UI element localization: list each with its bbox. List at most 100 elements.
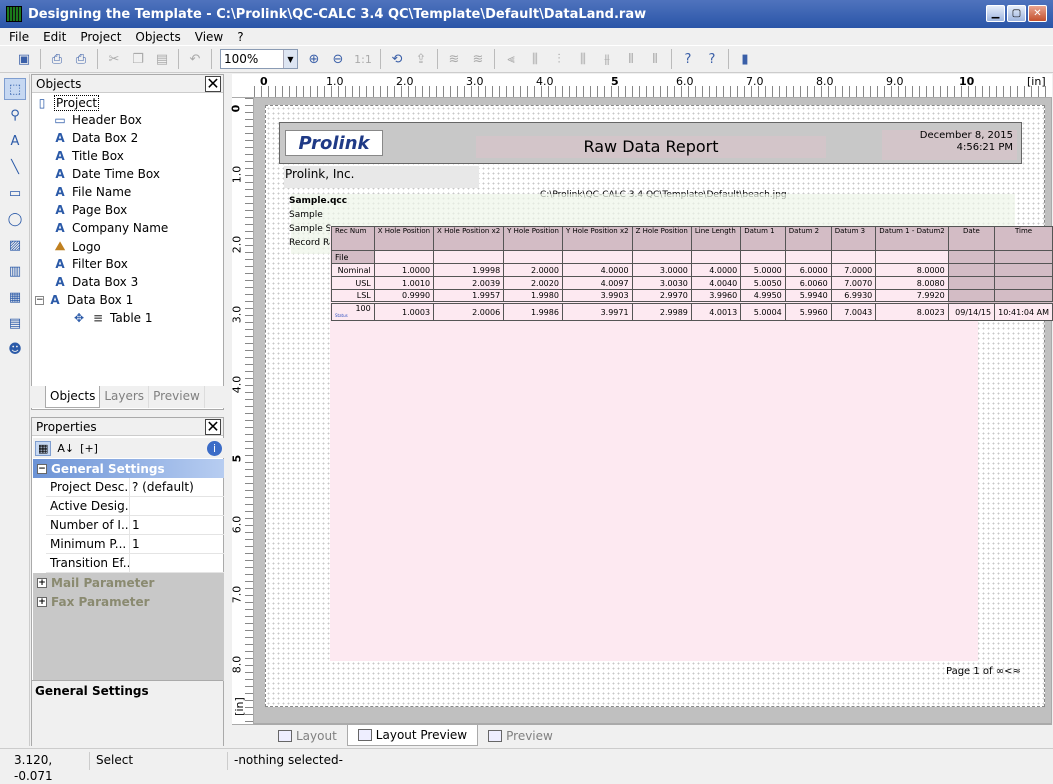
collapse-icon[interactable]: −: [35, 295, 44, 305]
category-general-settings[interactable]: − General Settings: [33, 459, 224, 478]
space-horizontal-icon[interactable]: ⫴: [621, 49, 641, 69]
report-logo[interactable]: Prolink: [285, 130, 383, 156]
col-header: Line Length: [690, 226, 742, 251]
tab-layout[interactable]: Layout: [268, 725, 347, 746]
paste-icon[interactable]: ▤: [152, 49, 172, 69]
minimize-button[interactable]: ▁: [986, 5, 1005, 22]
text-icon: A: [55, 257, 65, 271]
tree-item-filter-box[interactable]: A Filter Box: [53, 257, 128, 271]
maximize-button[interactable]: ▢: [1007, 5, 1026, 22]
form-tool-icon[interactable]: ▤: [4, 312, 26, 334]
cut-icon[interactable]: ✂: [104, 49, 124, 69]
ruler-h-7: 7.0: [746, 75, 764, 88]
tab-preview-bottom[interactable]: Preview: [478, 725, 563, 746]
sort-alpha-icon[interactable]: A↓: [57, 442, 74, 455]
refresh-icon[interactable]: ⟲: [387, 49, 407, 69]
tree-item-data-box-3[interactable]: A Data Box 3: [53, 275, 138, 289]
save-icon[interactable]: ▣: [14, 49, 34, 69]
tree-item-data-box-1[interactable]: − A Data Box 1: [35, 293, 133, 307]
text-icon: A: [55, 203, 65, 217]
ellipse-tool-icon[interactable]: ◯: [4, 208, 26, 230]
tree-item-data-box-2[interactable]: A Data Box 2: [53, 131, 138, 145]
menu-help[interactable]: ?: [228, 30, 248, 44]
print-icon[interactable]: ⎙: [47, 49, 67, 69]
expand-all-icon[interactable]: [+]: [80, 442, 98, 455]
zoom-select[interactable]: 100% ▼: [220, 49, 298, 69]
align-bottom-icon[interactable]: ⫵: [597, 49, 617, 69]
info-icon[interactable]: i: [207, 440, 222, 456]
tree-item-page-box[interactable]: A Page Box: [53, 203, 127, 217]
close-objects-panel-icon[interactable]: ✕: [205, 76, 221, 92]
exit-icon[interactable]: ▮: [735, 49, 755, 69]
rectangle-tool-icon[interactable]: ▭: [4, 182, 26, 204]
zoom-out-icon[interactable]: ⊖: [328, 49, 348, 69]
tree-item-header-box[interactable]: ▭ Header Box: [53, 113, 142, 127]
tab-preview[interactable]: Preview: [149, 386, 205, 408]
context-help-icon[interactable]: ?: [702, 49, 722, 69]
tree-item-project[interactable]: ▯ Project: [35, 95, 100, 111]
property-minimum-pages[interactable]: Minimum P... 1: [46, 534, 224, 554]
tree-item-logo[interactable]: ⛰ Logo: [53, 239, 101, 254]
table-icon: ≡: [92, 311, 104, 325]
send-back-icon[interactable]: ≋: [468, 49, 488, 69]
cursor-coordinates: 3.120, -0.071: [10, 752, 90, 783]
help-icon[interactable]: ?: [678, 49, 698, 69]
company-name[interactable]: Prolink, Inc.: [284, 166, 479, 188]
select-tool-icon[interactable]: ⬚: [4, 78, 26, 100]
zoom-ratio[interactable]: 1:1: [352, 49, 374, 69]
tree-item-table-1[interactable]: ✥ ≡ Table 1: [72, 311, 153, 325]
tab-layers[interactable]: Layers: [100, 386, 150, 408]
export-icon[interactable]: ⇪: [411, 49, 431, 69]
expand-icon[interactable]: +: [37, 596, 47, 607]
menu-objects[interactable]: Objects: [126, 30, 185, 44]
collapse-icon[interactable]: −: [37, 463, 47, 474]
text-icon: A: [55, 221, 65, 235]
tree-item-title-box[interactable]: A Title Box: [53, 149, 124, 163]
tab-layout-preview[interactable]: Layout Preview: [346, 725, 479, 746]
zoom-tool-icon[interactable]: ⚲: [4, 104, 26, 126]
page-box[interactable]: Page 1 of ∞<≈: [946, 666, 1021, 677]
table-1[interactable]: Rec Num X Hole Position X Hole Position …: [331, 226, 1053, 321]
align-top-icon[interactable]: ⫶: [549, 49, 569, 69]
categorized-icon[interactable]: ▦: [35, 440, 52, 456]
category-mail-parameter[interactable]: + Mail Parameter: [33, 573, 224, 592]
close-button[interactable]: ✕: [1028, 5, 1047, 22]
align-left-icon[interactable]: ⫷: [501, 49, 521, 69]
menu-project[interactable]: Project: [71, 30, 126, 44]
table-row: USL 1.0010 2.0039 2.0020 4.0097 3.0030 4…: [331, 276, 1053, 290]
print-preview-icon[interactable]: ⎙: [71, 49, 91, 69]
selection-status: -nothing selected-: [234, 753, 343, 767]
category-fax-parameter[interactable]: + Fax Parameter: [33, 592, 224, 611]
barcode-tool-icon[interactable]: ▥: [4, 260, 26, 282]
table-row: LSL 0.9990 1.9957 1.9980 3.9903 2.9970 3…: [331, 289, 1053, 303]
property-active-design[interactable]: Active Desig...: [46, 496, 224, 516]
menu-file[interactable]: File: [0, 30, 34, 44]
text-tool-icon[interactable]: A: [4, 130, 26, 152]
menu-edit[interactable]: Edit: [34, 30, 71, 44]
report-title[interactable]: Raw Data Report: [476, 136, 826, 158]
expand-icon[interactable]: +: [37, 577, 47, 588]
line-tool-icon[interactable]: ╲: [4, 156, 26, 178]
align-center-icon[interactable]: ⫼: [525, 49, 545, 69]
tree-item-company-name[interactable]: A Company Name: [53, 221, 168, 235]
table-tool-icon[interactable]: ▦: [4, 286, 26, 308]
ruler-v-3: 3.0: [230, 305, 244, 324]
zoom-in-icon[interactable]: ⊕: [304, 49, 324, 69]
undo-icon[interactable]: ↶: [185, 49, 205, 69]
tree-item-file-name[interactable]: A File Name: [53, 185, 131, 199]
bring-front-icon[interactable]: ≋: [444, 49, 464, 69]
menu-view[interactable]: View: [186, 30, 228, 44]
user-tool-icon[interactable]: ☻: [4, 338, 26, 360]
property-project-description[interactable]: Project Desc...? (default): [46, 477, 224, 497]
tab-objects[interactable]: Objects: [45, 386, 101, 408]
space-vertical-icon[interactable]: ⫴: [645, 49, 665, 69]
copy-icon[interactable]: ❐: [128, 49, 148, 69]
align-middle-icon[interactable]: ⫼: [573, 49, 593, 69]
close-properties-panel-icon[interactable]: ✕: [205, 419, 221, 435]
tree-item-date-time-box[interactable]: A Date Time Box: [53, 167, 160, 181]
date-time-box[interactable]: December 8, 2015 4:56:21 PM: [882, 130, 1017, 160]
ruler-v-1: 1.0: [230, 165, 244, 184]
property-transition-effect[interactable]: Transition Ef...: [46, 553, 224, 573]
image-tool-icon[interactable]: ▨: [4, 234, 26, 256]
property-number-of[interactable]: Number of I... 1: [46, 515, 224, 535]
